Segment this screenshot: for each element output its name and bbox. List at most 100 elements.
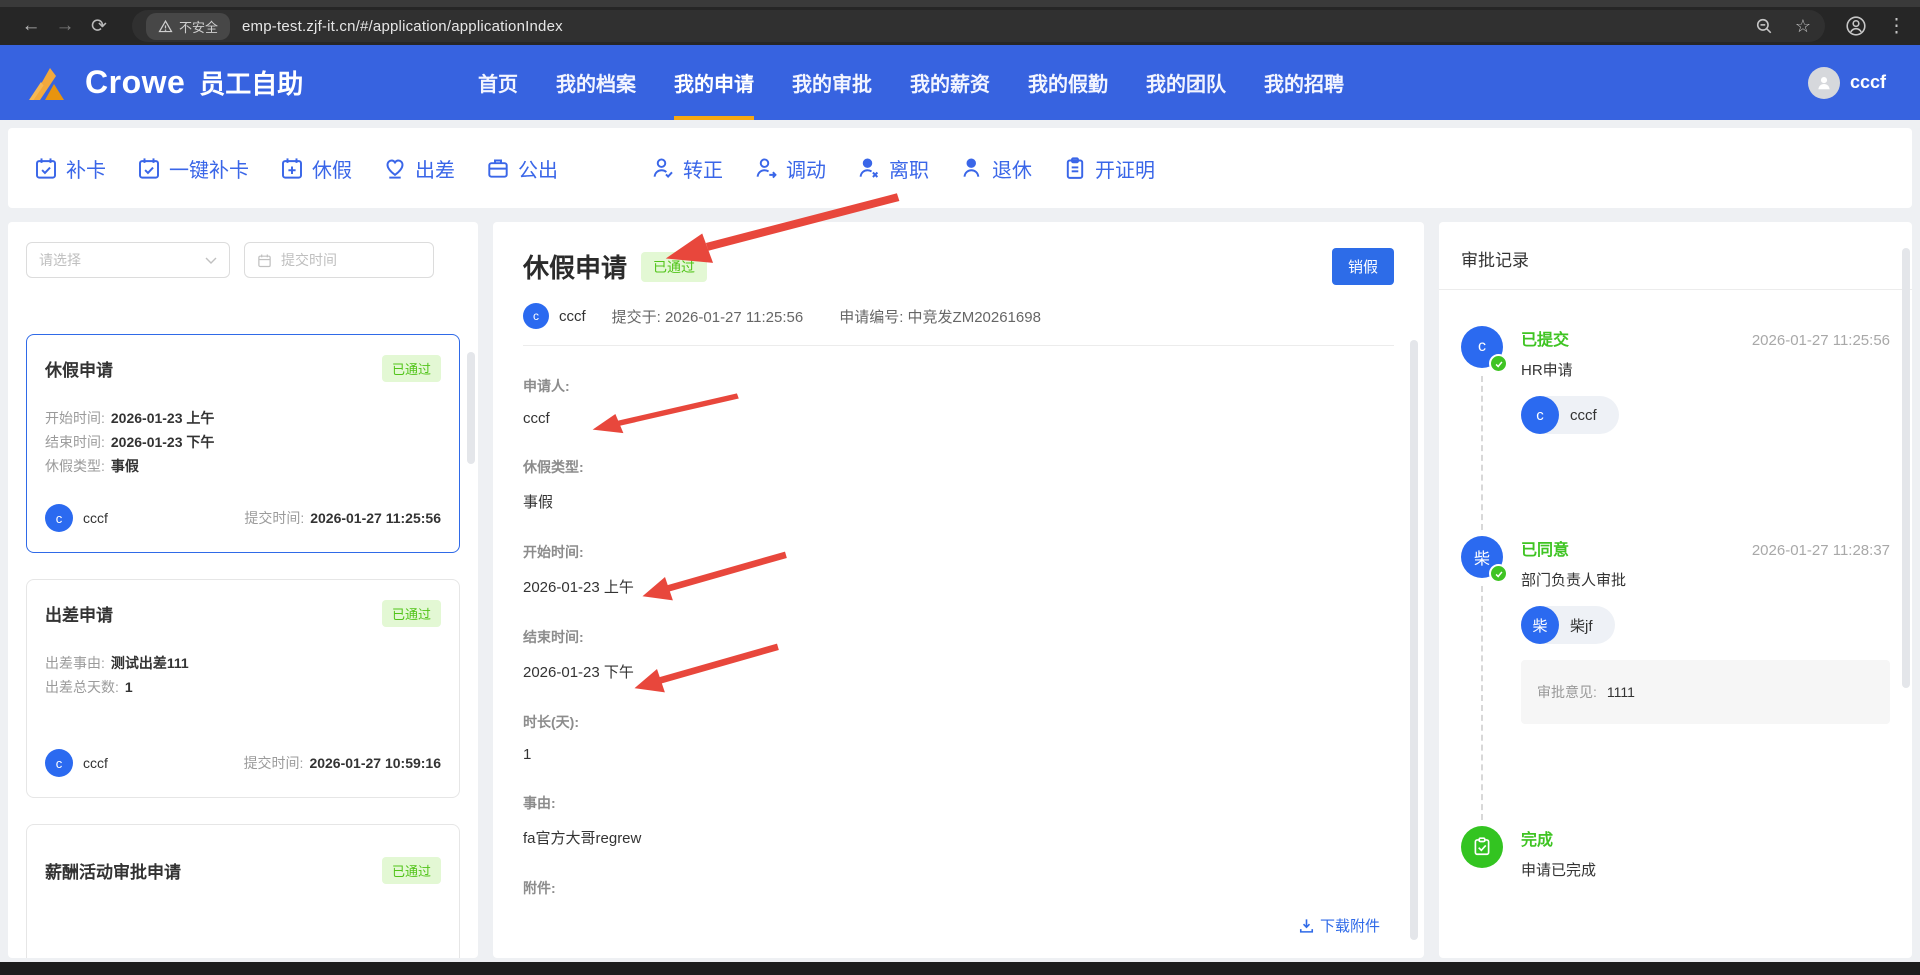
- tab-my-salary[interactable]: 我的薪资: [910, 45, 990, 120]
- avatar: c: [1521, 396, 1559, 434]
- forward-icon[interactable]: →: [48, 15, 82, 37]
- field-label: 附件:: [523, 880, 556, 896]
- tab-my-applications[interactable]: 我的申请: [674, 45, 754, 120]
- field-value: 2026-01-23 上午: [523, 579, 634, 596]
- app-header: Crowe 员工自助 首页 我的档案 我的申请 我的审批 我的薪资 我的假勤 我…: [0, 45, 1920, 120]
- step-status: 完成: [1521, 832, 1554, 849]
- tab-my-team[interactable]: 我的团队: [1146, 45, 1226, 120]
- browser-chrome: ← → ⟳ 不安全 emp-test.zjf-it.cn/#/applicati…: [0, 0, 1920, 45]
- bottom-dark-strip: [0, 962, 1920, 975]
- type-select[interactable]: 请选择: [26, 242, 230, 278]
- action-one-key-makeup-punch[interactable]: 一键补卡: [137, 154, 249, 183]
- list-item-business-trip-application[interactable]: 出差申请 已通过 出差事由: 测试出差111 出差总天数: 1 c cccf 提交时…: [26, 579, 460, 798]
- person-transfer-icon: [756, 158, 777, 179]
- user-menu[interactable]: cccf: [1807, 66, 1886, 99]
- browser-menu-icon[interactable]: ⋮: [1887, 15, 1906, 38]
- action-transfer[interactable]: 调动: [754, 154, 826, 183]
- action-resignation[interactable]: 离职: [857, 154, 929, 183]
- step-node: HR申请: [1521, 362, 1573, 379]
- top-navigation: 首页 我的档案 我的申请 我的审批 我的薪资 我的假勤 我的团队 我的招聘: [478, 45, 1344, 120]
- step-time: 2026-01-27 11:25:56: [1751, 332, 1890, 349]
- card-title: 出差申请: [45, 606, 113, 625]
- cancel-leave-button[interactable]: 销假: [1331, 248, 1394, 285]
- field-value: cccf: [523, 410, 550, 427]
- action-label: 休假: [312, 159, 352, 182]
- person-name: cccf: [1570, 406, 1597, 424]
- bookmark-star-icon[interactable]: ☆: [1795, 16, 1811, 37]
- calendar-rest-icon: [282, 158, 302, 179]
- detail-status-badge: 已通过: [641, 251, 708, 282]
- list-item-leave-application[interactable]: 休假申请 已通过 开始时间: 2026-01-23 上午 结束时间: 2026-01…: [26, 334, 460, 553]
- card-row: 出差事由: 测试出差111: [45, 655, 189, 671]
- step-node: 部门负责人审批: [1521, 572, 1627, 589]
- briefcase-icon: [488, 159, 508, 178]
- field-label: 休假类型:: [523, 459, 584, 475]
- timeline-step-finished: 完成 申请已完成: [1461, 826, 1890, 880]
- submit-time-picker[interactable]: 提交时间: [244, 242, 434, 278]
- list-scrollbar[interactable]: [467, 352, 475, 464]
- card-title: 薪酬活动审批申请: [45, 863, 181, 882]
- action-business-trip[interactable]: 出差: [383, 154, 455, 183]
- list-item-salary-activity-application[interactable]: 薪酬活动审批申请 已通过: [26, 824, 460, 958]
- action-label: 调动: [786, 159, 826, 182]
- user-name: cccf: [1849, 72, 1886, 92]
- card-row: 结束时间: 2026-01-23 下午: [45, 434, 215, 450]
- approval-scrollbar[interactable]: [1902, 248, 1910, 688]
- brand-logo[interactable]: Crowe 员工自助: [26, 62, 303, 104]
- field-value: 1: [523, 746, 532, 763]
- reload-icon[interactable]: ⟳: [82, 15, 116, 38]
- field-value: 2026-01-23 下午: [523, 664, 634, 681]
- action-issue-certificate[interactable]: 开证明: [1063, 154, 1155, 183]
- action-label: 补卡: [66, 159, 106, 182]
- warning-icon: [158, 19, 173, 32]
- tab-my-profile[interactable]: 我的档案: [556, 45, 636, 120]
- detail-scrollbar[interactable]: [1410, 340, 1418, 940]
- approval-timeline: c 已提交 2026-01-27 11:25:56 HR申请 c cccf 柴 …: [1461, 326, 1890, 880]
- address-bar[interactable]: 不安全 emp-test.zjf-it.cn/#/application/app…: [132, 10, 1825, 42]
- status-badge: 已通过: [381, 355, 441, 382]
- card-row: 开始时间: 2026-01-23 上午: [45, 410, 215, 426]
- action-confirmation[interactable]: 转正: [651, 154, 723, 183]
- approval-comment: 审批意见: 1111: [1521, 660, 1890, 724]
- security-chip[interactable]: 不安全: [146, 12, 231, 40]
- action-label: 一键补卡: [169, 159, 249, 182]
- timeline-step-submitted: c 已提交 2026-01-27 11:25:56 HR申请 c cccf: [1461, 326, 1890, 536]
- tab-my-attendance[interactable]: 我的假勤: [1028, 45, 1108, 120]
- application-list-panel: 请选择 提交时间 休假申请 已通过 开始时间: 2026-01-23 上午 结束…: [8, 222, 478, 958]
- zoom-out-icon[interactable]: [1755, 17, 1773, 35]
- app-title: 员工自助: [199, 69, 304, 99]
- submit-time: 提交时间: 2026-01-27 11:25:56: [244, 510, 441, 526]
- divider: [523, 345, 1394, 346]
- person-retire-icon: [963, 158, 980, 177]
- detail-meta: c cccf 提交于: 2026-01-27 11:25:56 申请编号: 中竞…: [523, 303, 1394, 329]
- applicant-name: cccf: [559, 307, 586, 325]
- person-icon: [1818, 76, 1830, 89]
- download-label: 下载附件: [1319, 918, 1380, 935]
- action-label: 开证明: [1095, 159, 1155, 182]
- action-label: 公出: [518, 159, 558, 182]
- back-icon[interactable]: ←: [14, 15, 48, 37]
- field-label: 开始时间:: [523, 544, 584, 560]
- tab-my-recruiting[interactable]: 我的招聘: [1264, 45, 1344, 120]
- field-label: 事由:: [523, 795, 556, 811]
- action-leave[interactable]: 休假: [280, 154, 352, 183]
- brand-name: Crowe: [85, 64, 186, 100]
- action-makeup-punch[interactable]: 补卡: [34, 154, 106, 183]
- download-attachment-link[interactable]: 下载附件: [1298, 915, 1380, 936]
- profile-icon[interactable]: [1845, 15, 1867, 37]
- content-area: 请选择 提交时间 休假申请 已通过 开始时间: 2026-01-23 上午 结束…: [8, 222, 1912, 958]
- tab-home[interactable]: 首页: [478, 45, 518, 120]
- application-cards: 休假申请 已通过 开始时间: 2026-01-23 上午 结束时间: 2026-01…: [26, 334, 460, 958]
- field-label: 结束时间:: [523, 629, 584, 645]
- action-label: 出差: [415, 159, 455, 182]
- tab-my-approvals[interactable]: 我的审批: [792, 45, 872, 120]
- detail-title: 休假申请: [523, 253, 628, 283]
- timeline-step-approved: 柴 已同意 2026-01-27 11:28:37 部门负责人审批 柴 柴jf: [1461, 536, 1890, 826]
- action-retirement[interactable]: 退休: [960, 154, 1032, 183]
- applicant-name: cccf: [83, 510, 108, 526]
- security-label: 不安全: [179, 19, 219, 35]
- action-official-out[interactable]: 公出: [486, 154, 558, 183]
- check-badge-icon: [1489, 564, 1508, 583]
- url-text[interactable]: emp-test.zjf-it.cn/#/application/applica…: [242, 18, 563, 35]
- submit-time: 提交时间: 2026-01-27 10:59:16: [243, 755, 441, 771]
